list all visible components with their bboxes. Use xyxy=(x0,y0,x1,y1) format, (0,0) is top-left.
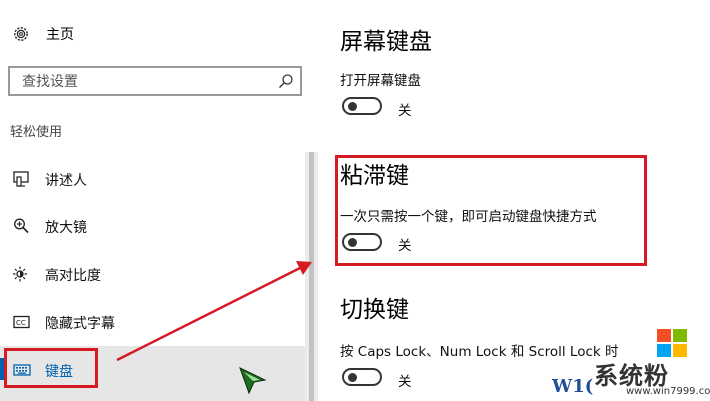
sidebar-item-narrator[interactable]: 讲述人 xyxy=(0,156,318,202)
toggle-keys-heading: 切换键 xyxy=(340,297,409,323)
toggle-knob xyxy=(348,373,357,382)
toggle-keys-desc: 按 Caps Lock、Num Lock 和 Scroll Lock 时 xyxy=(340,344,619,360)
home-label: 主页 xyxy=(46,27,74,43)
windows-logo-icon xyxy=(657,329,687,357)
scrollbar-thumb[interactable] xyxy=(309,152,314,401)
narrator-icon xyxy=(13,171,31,187)
sidebar-item-magnifier[interactable]: 放大镜 xyxy=(0,203,318,249)
magnifier-icon xyxy=(13,218,31,234)
search-input[interactable] xyxy=(20,72,264,92)
settings-sidebar: 主页 轻松使用 讲述人 xyxy=(0,0,318,401)
svg-text:CC: CC xyxy=(16,319,26,327)
home-nav-item[interactable]: 主页 xyxy=(12,22,74,46)
cursor-icon xyxy=(239,367,267,395)
gear-icon xyxy=(12,25,30,43)
keyboard-highlight-box xyxy=(4,348,98,388)
toggle-keys-state: 关 xyxy=(398,374,412,390)
sidebar-item-high-contrast[interactable]: 高对比度 xyxy=(0,251,318,297)
closed-captions-icon: CC xyxy=(13,314,31,330)
on-screen-keyboard-state: 关 xyxy=(398,103,412,119)
toggle-keys-toggle[interactable] xyxy=(342,368,382,386)
on-screen-keyboard-desc: 打开屏幕键盘 xyxy=(340,73,421,89)
watermark-partial-text: W1( xyxy=(552,376,594,397)
search-box xyxy=(8,66,302,96)
on-screen-keyboard-heading: 屏幕键盘 xyxy=(340,29,432,55)
toggle-knob xyxy=(348,102,357,111)
brightness-icon xyxy=(13,266,31,282)
sticky-keys-highlight-box xyxy=(335,155,647,266)
search-icon[interactable] xyxy=(278,73,294,89)
section-label-ease-of-access: 轻松使用 xyxy=(10,125,63,140)
on-screen-keyboard-toggle[interactable] xyxy=(342,97,382,115)
sidebar-item-label: 放大镜 xyxy=(45,220,87,236)
watermark-url: www.win7999.com xyxy=(626,386,710,397)
sidebar-scrollbar[interactable] xyxy=(305,152,318,401)
sidebar-item-label: 隐藏式字幕 xyxy=(45,316,115,332)
sidebar-item-label: 高对比度 xyxy=(45,268,101,284)
sidebar-item-closed-captions[interactable]: CC 隐藏式字幕 xyxy=(0,299,318,345)
sidebar-item-label: 讲述人 xyxy=(45,173,87,189)
